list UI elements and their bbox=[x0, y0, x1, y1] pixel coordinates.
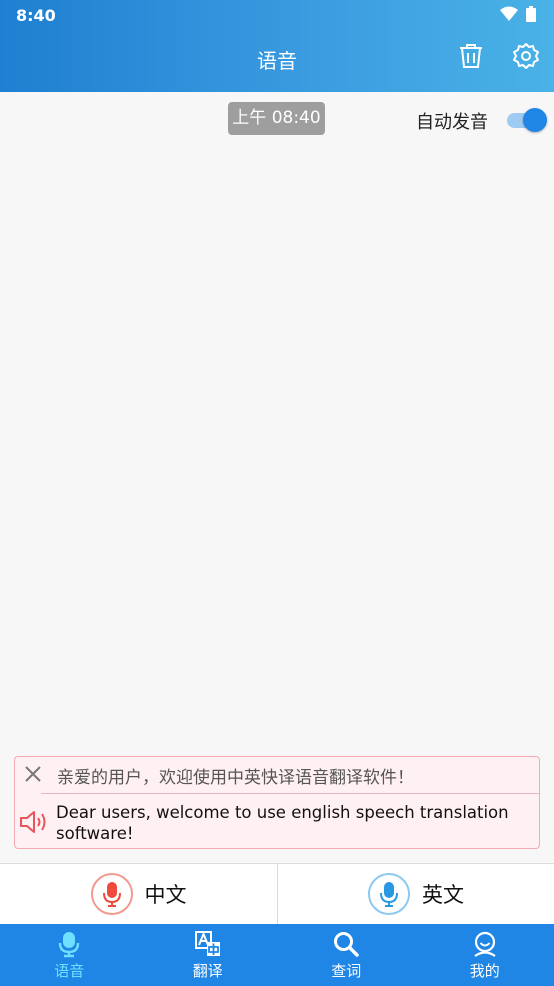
language-bar: 中文 英文 bbox=[0, 863, 554, 924]
close-icon[interactable] bbox=[23, 764, 43, 784]
battery-icon bbox=[526, 6, 536, 22]
mic-blue-circle bbox=[368, 873, 410, 915]
timestamp-chip: 上午 08:40 bbox=[228, 102, 325, 135]
card-divider bbox=[41, 793, 539, 794]
english-voice-button[interactable]: 英文 bbox=[277, 864, 554, 924]
chinese-label: 中文 bbox=[144, 883, 187, 907]
chinese-voice-button[interactable]: 中文 bbox=[0, 864, 277, 924]
nav-label: 翻译 bbox=[192, 962, 223, 980]
app-header: 8:40 语音 bbox=[0, 0, 554, 92]
nav-item-lookup[interactable]: 查词 bbox=[277, 924, 416, 986]
nav-item-translate[interactable]: 翻译 bbox=[139, 924, 278, 986]
status-time: 8:40 bbox=[16, 6, 56, 25]
gear-icon[interactable] bbox=[512, 42, 540, 70]
nav-label: 查词 bbox=[331, 962, 362, 980]
toggle-knob bbox=[523, 108, 547, 132]
english-label: 英文 bbox=[422, 883, 464, 907]
chat-area: 上午 08:40 自动发音 bbox=[0, 92, 554, 756]
mic-icon bbox=[59, 932, 80, 958]
auto-speak-label: 自动发音 bbox=[416, 112, 488, 133]
bottom-nav: 语音 翻译 查词 我的 bbox=[0, 924, 554, 986]
translate-icon bbox=[194, 931, 220, 956]
trash-icon[interactable] bbox=[457, 42, 485, 70]
nav-label: 语音 bbox=[54, 962, 85, 980]
status-icons bbox=[500, 6, 536, 22]
mic-icon bbox=[380, 882, 398, 907]
auto-speak-toggle[interactable] bbox=[505, 108, 547, 132]
mic-icon bbox=[102, 882, 121, 907]
welcome-english-text: Dear users, welcome to use english speec… bbox=[56, 803, 509, 843]
profile-icon bbox=[474, 931, 496, 957]
wifi-icon bbox=[500, 6, 518, 21]
nav-label: 我的 bbox=[469, 962, 500, 980]
nav-item-voice[interactable]: 语音 bbox=[0, 924, 139, 986]
mic-red-circle bbox=[90, 873, 133, 915]
search-icon bbox=[334, 932, 359, 957]
nav-item-profile[interactable]: 我的 bbox=[416, 924, 554, 986]
welcome-card: 亲爱的用户，欢迎使用中英快译语音翻译软件！ Dear users, welcom… bbox=[14, 756, 540, 849]
welcome-chinese-text: 亲爱的用户，欢迎使用中英快译语音翻译软件！ bbox=[57, 768, 414, 788]
speaker-icon[interactable] bbox=[18, 807, 48, 837]
